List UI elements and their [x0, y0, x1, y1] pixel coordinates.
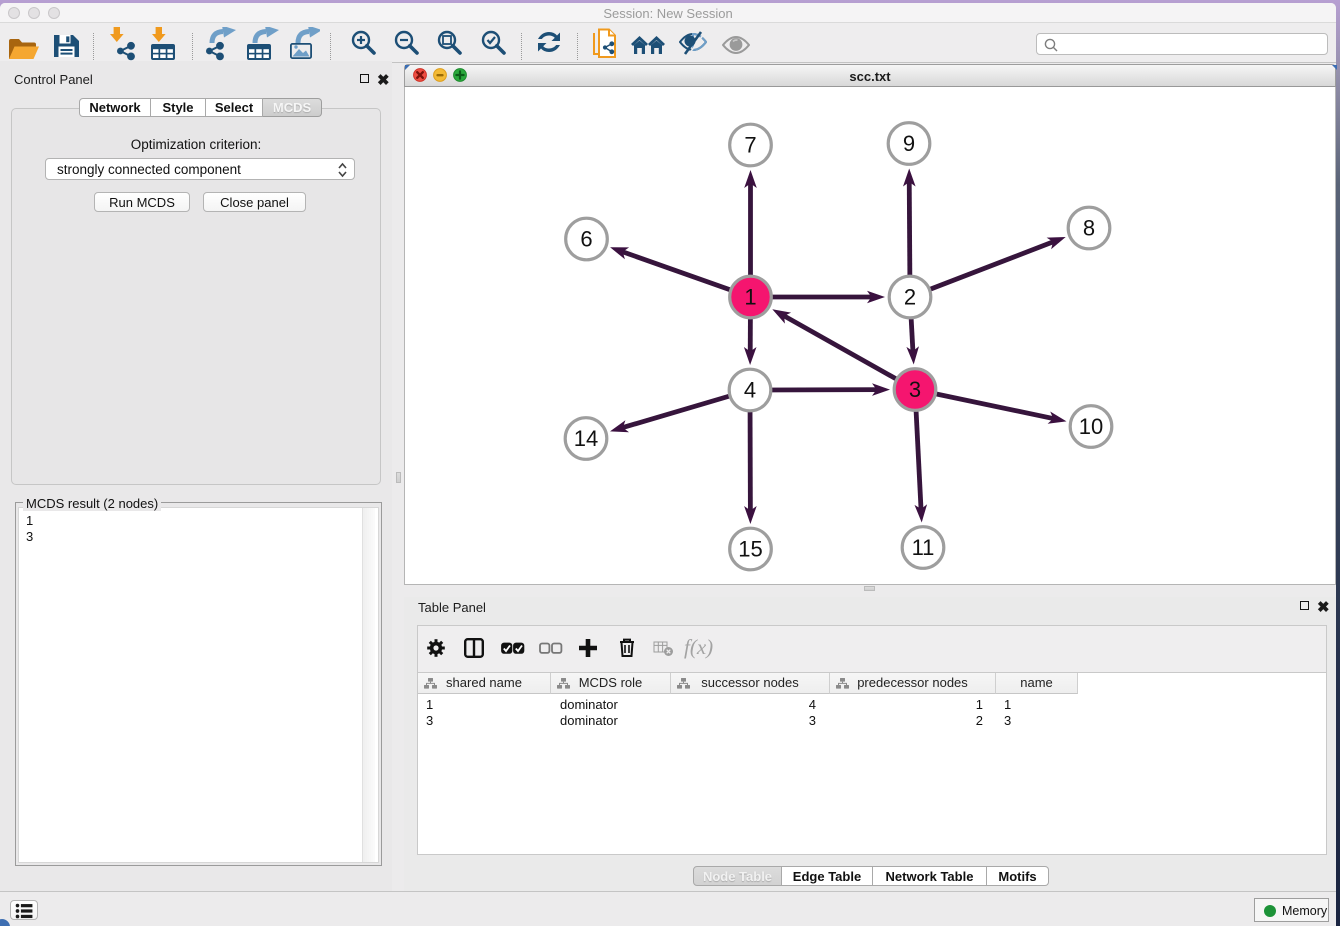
- svg-text:14: 14: [574, 426, 598, 451]
- svg-text:3: 3: [909, 377, 921, 402]
- svg-text:10: 10: [1079, 414, 1103, 439]
- svg-text:6: 6: [580, 227, 592, 252]
- svg-text:7: 7: [744, 133, 756, 158]
- svg-text:8: 8: [1083, 216, 1095, 241]
- svg-text:9: 9: [903, 131, 915, 156]
- svg-text:15: 15: [738, 537, 762, 562]
- svg-text:4: 4: [744, 378, 756, 403]
- svg-text:2: 2: [904, 285, 916, 310]
- svg-text:1: 1: [744, 285, 756, 310]
- svg-text:11: 11: [912, 535, 935, 560]
